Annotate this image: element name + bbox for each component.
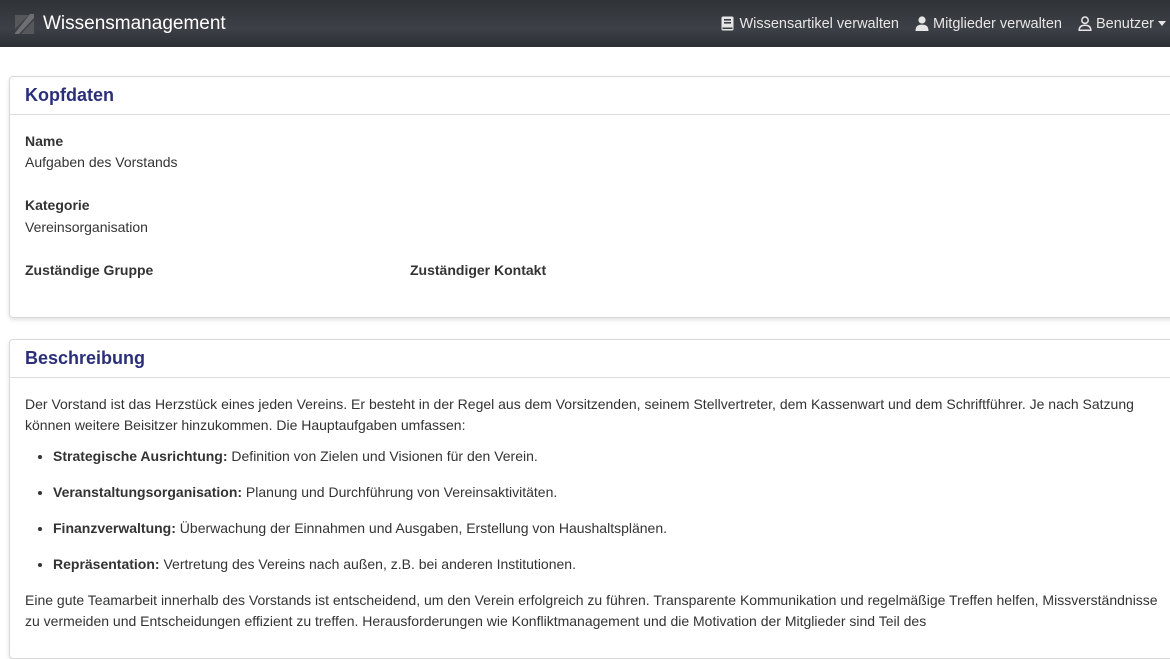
list-item-term: Strategische Ausrichtung: — [53, 448, 228, 464]
outro-paragraph: Eine gute Teamarbeit innerhalb des Vorst… — [25, 592, 1158, 629]
beschreibung-card: Beschreibung Der Vorstand ist das Herzst… — [9, 339, 1170, 659]
brand-link[interactable]: Wissensmanagement — [12, 12, 226, 36]
list-item-term: Veranstaltungsorganisation: — [53, 484, 243, 500]
list-item: Strategische Ausrichtung: Definition von… — [53, 446, 1163, 467]
book-logo-icon — [12, 12, 36, 36]
caret-down-icon — [1158, 21, 1166, 26]
beschreibung-body: Der Vorstand ist das Herzstück eines jed… — [10, 378, 1170, 632]
nav-articles-label: Wissensartikel verwalten — [739, 15, 899, 32]
kopfdaten-title: Kopfdaten — [25, 85, 114, 105]
list-item-term: Repräsentation: — [53, 556, 160, 572]
list-item-text: Überwachung der Einnahmen und Ausgaben, … — [175, 520, 668, 536]
nav-articles-link[interactable]: Wissensartikel verwalten — [721, 16, 899, 32]
user-outline-icon — [1078, 16, 1092, 31]
group-label: Zuständige Gruppe — [25, 262, 154, 278]
category-value: Vereinsorganisation — [25, 219, 148, 235]
list-item: Repräsentation: Vertretung des Vereins n… — [53, 554, 1163, 575]
nav-members-label: Mitglieder verwalten — [933, 15, 1062, 32]
name-value: Aufgaben des Vorstands — [25, 154, 178, 170]
list-item: Veranstaltungsorganisation: Planung und … — [53, 482, 1163, 503]
list-item-term: Finanzverwaltung: — [53, 520, 176, 536]
kopfdaten-card: Kopfdaten Name Aufgaben des Vorstands Ka… — [9, 76, 1170, 318]
brand-title: Wissensmanagement — [43, 12, 226, 34]
intro-paragraph: Der Vorstand ist das Herzstück eines jed… — [25, 396, 1134, 433]
nav-user-label: Benutzer — [1095, 15, 1154, 32]
kopfdaten-header: Kopfdaten — [10, 77, 1170, 115]
user-solid-icon — [915, 16, 929, 31]
list-item: Finanzverwaltung: Überwachung der Einnah… — [53, 518, 1163, 539]
list-item-text: Definition von Zielen und Visionen für d… — [227, 448, 538, 464]
beschreibung-header: Beschreibung — [10, 340, 1170, 378]
beschreibung-title: Beschreibung — [25, 348, 146, 368]
book-icon — [721, 16, 735, 31]
name-label: Name — [25, 133, 64, 149]
list-item-text: Planung und Durchführung von Vereinsakti… — [242, 484, 558, 500]
nav-members-link[interactable]: Mitglieder verwalten — [915, 16, 1062, 32]
nav-links: Wissensartikel verwalten Mitglieder verw… — [705, 0, 1166, 47]
nav-user-dropdown[interactable]: Benutzer — [1078, 16, 1166, 32]
contact-label: Zuständiger Kontakt — [410, 262, 547, 278]
task-list: Strategische Ausrichtung: Definition von… — [25, 446, 1163, 575]
category-label: Kategorie — [25, 197, 90, 213]
list-item-text: Vertretung des Vereins nach außen, z.B. … — [159, 556, 576, 572]
top-navbar: Wissensmanagement Wissensartikel verwalt… — [0, 0, 1170, 47]
